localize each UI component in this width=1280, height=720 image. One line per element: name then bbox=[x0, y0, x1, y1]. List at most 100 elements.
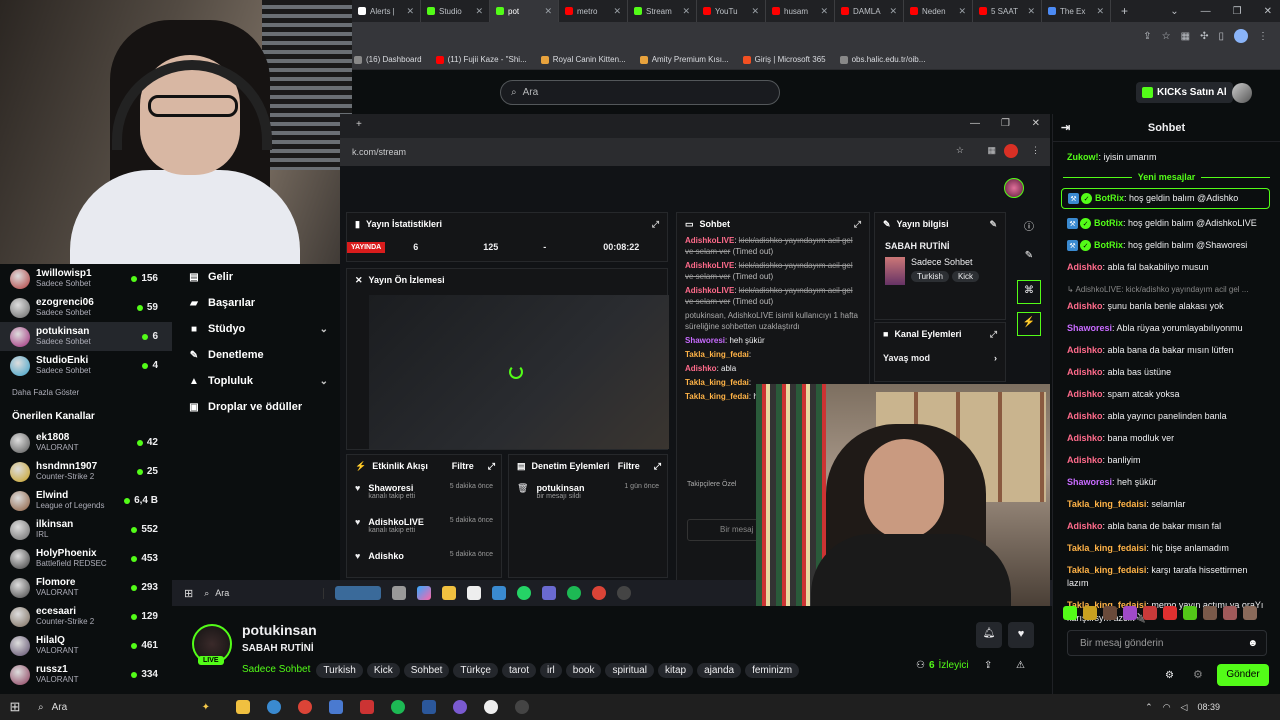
chat-username[interactable]: Adishko bbox=[1067, 367, 1103, 377]
activity-filter-button[interactable]: Filtre bbox=[452, 461, 474, 471]
stream-tag[interactable]: book bbox=[565, 663, 602, 678]
stream-preview-video[interactable] bbox=[369, 295, 669, 449]
chat-username[interactable]: Adishko bbox=[1067, 262, 1103, 272]
menu-item[interactable]: ▣ Droplar ve ödüller bbox=[172, 394, 340, 420]
chat-username[interactable]: Takla_king_fedaisi bbox=[1067, 565, 1146, 575]
emote-icon[interactable] bbox=[1163, 606, 1177, 620]
menu-item[interactable]: ▲ Topluluk ⌄ bbox=[172, 368, 340, 394]
inner-maximize-icon[interactable]: ❐ bbox=[1001, 118, 1010, 129]
browser-menu-icon[interactable]: ⋮ bbox=[1258, 31, 1268, 42]
follow-heart-button[interactable]: ♥ bbox=[1008, 622, 1034, 648]
sidebar-icon[interactable]: ▯ bbox=[1218, 31, 1224, 42]
browser-tab[interactable]: Neden ✕ bbox=[904, 0, 973, 22]
emote-icon[interactable] bbox=[1183, 606, 1197, 620]
mail-icon[interactable] bbox=[492, 586, 507, 600]
actions-popout-icon[interactable]: ⤢ bbox=[990, 329, 997, 340]
bolt-tool-icon[interactable]: ⚡ bbox=[1017, 312, 1041, 336]
stream-tag[interactable]: Sohbet bbox=[403, 663, 450, 678]
bookmark-star-icon[interactable]: ☆ bbox=[1162, 31, 1171, 42]
tab-close-icon[interactable]: ✕ bbox=[1027, 6, 1035, 17]
whatsapp-icon[interactable] bbox=[517, 586, 532, 600]
stream-tag[interactable]: kitap bbox=[657, 663, 694, 678]
send-button[interactable]: Gönder bbox=[1217, 664, 1269, 686]
stream-tag[interactable]: Kick bbox=[366, 663, 400, 678]
chat-settings-icon[interactable]: ⚙ bbox=[1165, 670, 1174, 681]
emote-icon[interactable] bbox=[1243, 606, 1257, 620]
obs-icon[interactable] bbox=[484, 700, 498, 714]
emoji-icon[interactable]: ☻ bbox=[1247, 638, 1258, 649]
activity-user[interactable]: AdishkoLIVE bbox=[368, 517, 424, 527]
task-view-icon[interactable] bbox=[392, 586, 407, 600]
shield-tool-icon[interactable]: ⌘ bbox=[1017, 280, 1041, 304]
chat-rewards-icon[interactable]: ⚙ bbox=[1193, 668, 1203, 681]
stream-tag[interactable]: tarot bbox=[501, 663, 536, 678]
stream-tag[interactable]: feminizm bbox=[745, 663, 800, 678]
chat-username[interactable]: Adishko bbox=[1067, 301, 1103, 311]
bookmark-item[interactable]: Royal Canin Kitten... bbox=[540, 55, 626, 64]
pc-app-icon[interactable] bbox=[542, 586, 557, 600]
new-tab-button[interactable]: + bbox=[1111, 4, 1138, 18]
chat-username[interactable]: Adishko bbox=[1067, 411, 1103, 421]
tab-search-icon[interactable]: ⌄ bbox=[1170, 6, 1178, 17]
browser-tab[interactable]: YouTu ✕ bbox=[697, 0, 766, 22]
stream-tag[interactable]: irl bbox=[540, 663, 562, 678]
file-explorer-icon[interactable] bbox=[236, 700, 250, 714]
windows-start-icon[interactable]: ⊞ bbox=[184, 587, 193, 600]
stream-tag[interactable]: spiritual bbox=[605, 663, 654, 678]
chat-username[interactable]: AdishkoLIVE bbox=[685, 261, 734, 270]
chat-username[interactable]: Takla_king_fedaisi bbox=[1067, 499, 1146, 509]
stream-category-link[interactable]: Sadece Sohbet bbox=[242, 664, 310, 675]
browser-tab[interactable]: The Ex ✕ bbox=[1042, 0, 1111, 22]
chat-message-input[interactable]: Bir mesaj gönderin ☻ bbox=[1067, 630, 1267, 656]
sidebar-channel[interactable]: hsndmn1907 Counter-Strike 2 25 bbox=[0, 457, 172, 486]
bookmark-item[interactable]: obs.halic.edu.tr/oib... bbox=[839, 55, 925, 64]
menu-item[interactable]: ■ Stüdyo ⌄ bbox=[172, 316, 340, 342]
notification-bell-button[interactable]: 🔔︎ bbox=[976, 622, 1002, 648]
mod-popout-icon[interactable]: ⤢ bbox=[654, 461, 661, 472]
word-icon[interactable] bbox=[422, 700, 436, 714]
inner-search-box[interactable]: ⌕ Ara bbox=[204, 587, 325, 599]
chat-username[interactable]: Takla_king_fedai bbox=[685, 378, 749, 387]
tray-chevron-icon[interactable]: ⌃ bbox=[1145, 702, 1153, 713]
tab-close-icon[interactable]: ✕ bbox=[751, 6, 759, 17]
sidebar-channel[interactable]: russz1 VALORANT 334 bbox=[0, 660, 172, 689]
browser-tab[interactable]: husam ✕ bbox=[766, 0, 835, 22]
sidebar-channel[interactable]: 1willowisp1 Sadece Sohbet 156 bbox=[0, 264, 172, 293]
chat-username[interactable]: Takla_king_fedai bbox=[685, 350, 749, 359]
emote-icon[interactable] bbox=[1143, 606, 1157, 620]
profile-avatar[interactable] bbox=[1234, 29, 1248, 43]
inner-ext-icon[interactable]: ▦ bbox=[987, 145, 996, 156]
user-avatar[interactable] bbox=[1232, 83, 1252, 103]
browser-tab[interactable]: 5 SAAT ✕ bbox=[973, 0, 1042, 22]
stream-tag[interactable]: Türkçe bbox=[453, 663, 498, 678]
chat-username[interactable]: Adishko bbox=[1067, 433, 1103, 443]
browser-tab[interactable]: pot ✕ bbox=[490, 0, 559, 22]
share-icon[interactable]: ⇪ bbox=[1143, 31, 1151, 42]
sidebar-channel[interactable]: Flomore VALORANT 293 bbox=[0, 573, 172, 602]
menu-item[interactable]: ▰ Başarılar bbox=[172, 290, 340, 316]
inner-close-icon[interactable]: ✕ bbox=[1032, 118, 1040, 129]
minimize-icon[interactable]: — bbox=[1201, 6, 1211, 17]
info-edit-icon[interactable]: ✎ bbox=[989, 219, 997, 230]
chat-username[interactable]: Shaworesi bbox=[1067, 323, 1112, 333]
copilot-icon[interactable] bbox=[417, 586, 432, 600]
site-search-input[interactable]: ⌕ Ara bbox=[500, 80, 780, 105]
windows-start-icon[interactable]: ⊞ bbox=[0, 699, 30, 715]
stream-tag[interactable]: Turkish bbox=[316, 663, 363, 678]
sidebar-channel[interactable]: ecesaari Counter-Strike 2 129 bbox=[0, 602, 172, 631]
menu-item[interactable]: ✎ Denetleme bbox=[172, 342, 340, 368]
volume-icon[interactable]: ◁ bbox=[1181, 702, 1188, 713]
sidebar-channel[interactable]: StudioEnki Sadece Sohbet 4 bbox=[0, 351, 172, 380]
sidebar-channel[interactable]: ilkinsan IRL 552 bbox=[0, 515, 172, 544]
chat-username[interactable]: BotRix bbox=[1095, 193, 1124, 203]
chat-username[interactable]: Adishko bbox=[1067, 389, 1103, 399]
tab-close-icon[interactable]: ✕ bbox=[958, 6, 966, 17]
emote-icon[interactable] bbox=[1123, 606, 1137, 620]
chat-username[interactable]: Takla_king_fedai bbox=[685, 392, 749, 401]
inner-star-icon[interactable]: ☆ bbox=[956, 145, 964, 156]
show-more-link[interactable]: Daha Fazla Göster bbox=[0, 380, 172, 404]
notes-icon[interactable] bbox=[329, 700, 343, 714]
sidebar-channel[interactable]: ek1808 VALORANT 42 bbox=[0, 428, 172, 457]
taskbar-search[interactable]: ⌕ Ara ✦ bbox=[30, 702, 210, 713]
sidebar-channel[interactable]: Elwind League of Legends 6,4 B bbox=[0, 486, 172, 515]
